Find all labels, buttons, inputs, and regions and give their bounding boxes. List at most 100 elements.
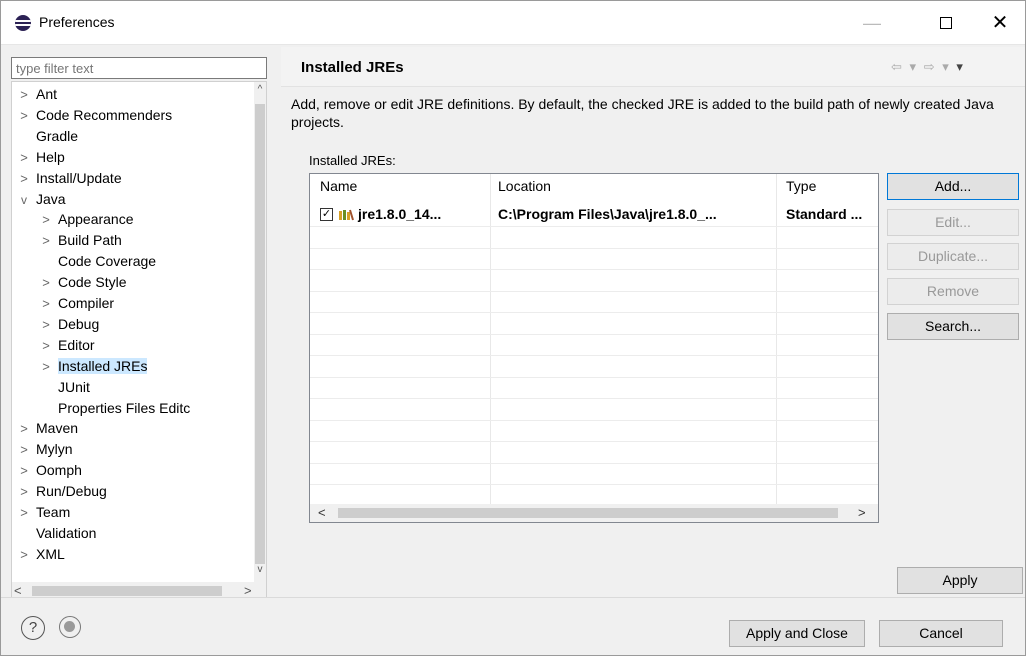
tree-item[interactable]: > Team: [16, 502, 70, 522]
collapsed-arrow-icon[interactable]: >: [16, 106, 32, 126]
collapsed-arrow-icon[interactable]: >: [38, 273, 54, 293]
forward-dropdown-icon[interactable]: ▾: [942, 59, 951, 74]
tree-item-label: Help: [36, 148, 65, 165]
collapsed-arrow-icon[interactable]: >: [16, 503, 32, 523]
tree-item[interactable]: > Oomph: [16, 460, 82, 480]
import-export-icon[interactable]: [59, 616, 81, 638]
tree-item[interactable]: > XML: [16, 544, 65, 564]
tree-item[interactable]: > Code Style: [38, 272, 126, 292]
collapsed-arrow-icon[interactable]: >: [16, 482, 32, 502]
scroll-right-icon[interactable]: >: [244, 583, 252, 598]
tree-item-label: Build Path: [58, 232, 122, 249]
maximize-button[interactable]: [931, 11, 961, 35]
view-menu-icon[interactable]: ▾: [956, 59, 965, 74]
remove-button[interactable]: Remove: [887, 278, 1019, 305]
tree-item-label: Properties Files Editc: [58, 399, 191, 416]
tree-item[interactable]: > Help: [16, 147, 65, 167]
collapsed-arrow-icon[interactable]: >: [16, 419, 32, 439]
jre-checkbox[interactable]: ✓: [320, 208, 333, 221]
tree-item[interactable]: > Code Recommenders: [16, 105, 172, 125]
tree-item[interactable]: > Ant: [16, 84, 57, 104]
jre-table[interactable]: Name Location Type ✓ jre1.8.0_14... C:\P…: [309, 173, 879, 523]
scroll-down-icon[interactable]: v: [254, 564, 266, 578]
column-header-location[interactable]: Location: [498, 178, 551, 194]
tree-item-label: XML: [36, 545, 65, 562]
tree-item[interactable]: Properties Files Editc: [38, 398, 190, 418]
row-divider: [310, 355, 878, 356]
tree-item[interactable]: > Compiler: [38, 293, 114, 313]
tree-item[interactable]: v Java: [16, 189, 66, 209]
preference-tree[interactable]: > Ant > Code Recommenders Gradle > Help > Instal…: [11, 81, 267, 601]
column-divider: [776, 174, 777, 504]
tree-item[interactable]: JUnit: [38, 377, 90, 397]
collapsed-arrow-icon[interactable]: >: [38, 231, 54, 251]
tree-vertical-scrollbar[interactable]: ^ v: [254, 82, 266, 582]
tree-item-label: Mylyn: [36, 441, 73, 458]
row-divider: [310, 226, 878, 227]
tree-item-label: Code Coverage: [58, 253, 157, 270]
scroll-left-icon[interactable]: <: [318, 505, 326, 520]
tree-item[interactable]: > Build Path: [38, 230, 122, 250]
close-button[interactable]: ✕: [985, 11, 1015, 35]
tree-item[interactable]: > Maven: [16, 418, 78, 438]
collapsed-arrow-icon[interactable]: >: [16, 440, 32, 460]
search-button[interactable]: Search...: [887, 313, 1019, 340]
column-header-name[interactable]: Name: [320, 178, 357, 194]
collapsed-arrow-icon[interactable]: >: [38, 315, 54, 335]
collapsed-arrow-icon[interactable]: >: [38, 294, 54, 314]
scroll-thumb[interactable]: [255, 104, 265, 564]
jre-location-cell: C:\Program Files\Java\jre1.8.0_...: [498, 206, 717, 222]
tree-item[interactable]: Validation: [16, 523, 96, 543]
tree-item[interactable]: > Install/Update: [16, 168, 121, 189]
tree-item[interactable]: > Debug: [38, 314, 99, 334]
collapsed-arrow-icon[interactable]: >: [16, 461, 32, 481]
window-title: Preferences: [39, 14, 115, 30]
preferences-window: Preferences — ✕ >Ant>Code RecommendersGr…: [0, 0, 1026, 656]
scroll-thumb[interactable]: [338, 508, 838, 518]
collapsed-arrow-icon[interactable]: >: [16, 148, 32, 168]
column-divider: [490, 174, 491, 504]
collapsed-arrow-icon[interactable]: >: [16, 169, 32, 189]
expanded-arrow-icon[interactable]: v: [16, 190, 32, 210]
filter-input[interactable]: [11, 57, 267, 79]
tree-item[interactable]: > Editor: [38, 335, 94, 356]
collapsed-arrow-icon[interactable]: >: [16, 85, 32, 105]
tree-item[interactable]: Gradle: [16, 126, 78, 146]
tree-item-label: Code Recommenders: [36, 106, 173, 123]
collapsed-arrow-icon[interactable]: >: [16, 545, 32, 565]
tree-item-label: Ant: [36, 86, 58, 102]
duplicate-button[interactable]: Duplicate...: [887, 243, 1019, 270]
add-button[interactable]: Add...: [887, 173, 1019, 200]
row-divider: [310, 419, 878, 421]
tree-item[interactable]: Code Coverage: [38, 251, 156, 271]
tree-item-label: Java: [36, 190, 66, 207]
back-dropdown-icon[interactable]: ▾: [910, 59, 919, 74]
forward-arrow-icon[interactable]: ⇨: [924, 59, 937, 74]
scroll-left-icon[interactable]: <: [14, 583, 22, 598]
tree-item-label: Compiler: [58, 295, 115, 311]
tree-item[interactable]: > Appearance: [38, 209, 133, 230]
minimize-button[interactable]: —: [857, 11, 887, 35]
edit-button[interactable]: Edit...: [887, 209, 1019, 236]
apply-button[interactable]: Apply: [897, 567, 1023, 594]
title-bar: Preferences — ✕: [1, 1, 1025, 45]
row-divider: [310, 333, 878, 335]
tree-item[interactable]: > Mylyn: [16, 439, 73, 460]
help-icon[interactable]: ?: [21, 616, 45, 640]
tree-item-label: Validation: [36, 524, 97, 541]
tree-item-label: Code Style: [58, 274, 127, 291]
scroll-thumb[interactable]: [32, 586, 222, 596]
table-horizontal-scrollbar[interactable]: < >: [310, 504, 878, 522]
back-arrow-icon[interactable]: ⇦: [891, 59, 904, 74]
scroll-right-icon[interactable]: >: [858, 505, 866, 520]
cancel-button[interactable]: Cancel: [879, 620, 1003, 647]
collapsed-arrow-icon[interactable]: >: [38, 210, 54, 230]
collapsed-arrow-icon[interactable]: >: [38, 357, 54, 377]
apply-and-close-button[interactable]: Apply and Close: [729, 620, 865, 647]
column-header-type[interactable]: Type: [786, 178, 816, 194]
installed-jres-label: Installed JREs:: [309, 153, 396, 168]
tree-item[interactable]: > Run/Debug: [16, 481, 107, 501]
scroll-up-icon[interactable]: ^: [254, 84, 266, 98]
collapsed-arrow-icon[interactable]: >: [38, 336, 54, 356]
tree-item[interactable]: > Installed JREs: [38, 356, 148, 377]
